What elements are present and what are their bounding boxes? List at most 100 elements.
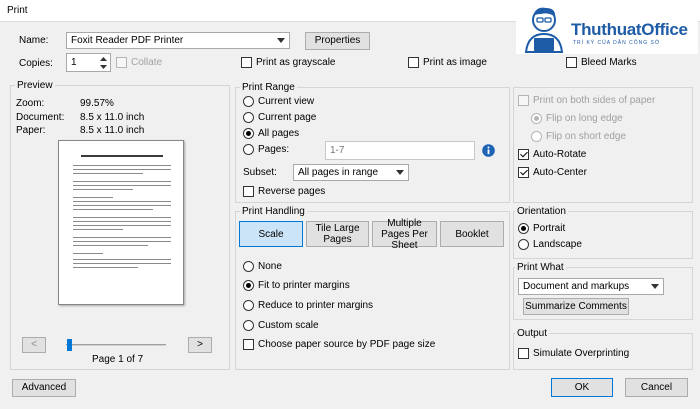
grayscale-checkbox[interactable] — [241, 57, 252, 68]
simulate-overprinting-checkbox[interactable] — [518, 348, 529, 359]
bleed-marks-option[interactable]: Bleed Marks — [566, 57, 637, 68]
pages-option[interactable]: Pages: — [243, 144, 289, 155]
fit-margins-radio[interactable] — [243, 280, 254, 291]
paper-source-checkbox[interactable] — [243, 339, 254, 350]
print-range-title: Print Range — [240, 82, 297, 93]
logo: ThuthuatOffice TRÍ KỲ CỦA DÂN CÔNG SỞ — [516, 2, 698, 54]
all-pages-option[interactable]: All pages — [243, 128, 299, 139]
chevron-down-icon — [277, 38, 285, 43]
tab-scale[interactable]: Scale — [239, 221, 303, 247]
document-label: Document: — [16, 112, 65, 123]
scale-none-option[interactable]: None — [243, 261, 282, 272]
fit-margins-label: Fit to printer margins — [258, 280, 350, 291]
portrait-label: Portrait — [533, 223, 566, 234]
pages-radio[interactable] — [243, 144, 254, 155]
spinner-icon[interactable] — [99, 56, 108, 70]
auto-center-option[interactable]: Auto-Center — [518, 167, 587, 178]
print-as-image-option[interactable]: Print as image — [408, 57, 487, 68]
grayscale-label: Print as grayscale — [256, 57, 336, 68]
both-sides-option[interactable]: Print on both sides of paper — [518, 95, 655, 106]
page-preview — [58, 140, 184, 305]
fit-margins-option[interactable]: Fit to printer margins — [243, 280, 350, 291]
current-view-option[interactable]: Current view — [243, 96, 314, 107]
page-slider-thumb[interactable] — [67, 339, 72, 351]
portrait-option[interactable]: Portrait — [518, 223, 565, 234]
summarize-comments-button[interactable]: Summarize Comments — [523, 298, 629, 315]
print-what-select[interactable]: Document and markups — [518, 278, 664, 295]
document-size: 8.5 x 11.0 inch — [80, 112, 145, 123]
print-handling-title: Print Handling — [240, 206, 307, 217]
cancel-button[interactable]: Cancel — [625, 378, 688, 397]
window-title: Print — [7, 5, 28, 16]
printer-select[interactable]: Foxit Reader PDF Printer — [66, 32, 290, 49]
auto-center-checkbox[interactable] — [518, 167, 529, 178]
landscape-radio[interactable] — [518, 239, 529, 250]
both-sides-checkbox[interactable] — [518, 95, 529, 106]
auto-rotate-option[interactable]: Auto-Rotate — [518, 149, 586, 160]
all-pages-label: All pages — [258, 128, 300, 139]
name-label: Name: — [19, 35, 49, 46]
bleed-marks-checkbox[interactable] — [566, 57, 577, 68]
reduce-margins-label: Reduce to printer margins — [258, 300, 374, 311]
print-what-title: Print What — [515, 262, 566, 273]
current-page-option[interactable]: Current page — [243, 112, 316, 123]
printer-select-value: Foxit Reader PDF Printer — [71, 35, 184, 46]
paper-source-option[interactable]: Choose paper source by PDF page size — [243, 339, 435, 350]
tab-multiple-pages[interactable]: Multiple Pages Per Sheet — [372, 218, 437, 251]
zoom-label: Zoom: — [16, 98, 45, 109]
portrait-radio[interactable] — [518, 223, 529, 234]
current-page-label: Current page — [258, 112, 317, 123]
scale-none-radio[interactable] — [243, 261, 254, 272]
flip-long-edge-radio[interactable] — [531, 113, 542, 124]
print-what-value: Document and markups — [523, 281, 630, 292]
landscape-option[interactable]: Landscape — [518, 239, 582, 250]
grayscale-option[interactable]: Print as grayscale — [241, 57, 335, 68]
copies-input[interactable]: 1 — [66, 53, 111, 72]
print-as-image-checkbox[interactable] — [408, 57, 419, 68]
ok-button[interactable]: OK — [551, 378, 613, 397]
collate-option[interactable]: Collate — [116, 57, 162, 68]
logo-name: ThuthuatOffice — [571, 20, 688, 39]
both-sides-label: Print on both sides of paper — [533, 95, 656, 106]
custom-scale-option[interactable]: Custom scale — [243, 320, 319, 331]
tab-tile-large-pages[interactable]: Tile Large Pages — [306, 221, 369, 247]
flip-short-edge-option[interactable]: Flip on short edge — [531, 131, 626, 142]
reduce-margins-radio[interactable] — [243, 300, 254, 311]
zoom-value: 99.57% — [80, 98, 114, 109]
subset-select[interactable]: All pages in range — [293, 164, 409, 181]
subset-label: Subset: — [243, 167, 277, 178]
flip-long-edge-option[interactable]: Flip on long edge — [531, 113, 623, 124]
pages-label: Pages: — [258, 144, 290, 155]
all-pages-radio[interactable] — [243, 128, 254, 139]
auto-rotate-checkbox[interactable] — [518, 149, 529, 160]
custom-scale-radio[interactable] — [243, 320, 254, 331]
auto-rotate-label: Auto-Rotate — [533, 149, 587, 160]
tab-booklet[interactable]: Booklet — [440, 221, 504, 247]
output-title: Output — [515, 328, 550, 339]
collate-checkbox[interactable] — [116, 57, 127, 68]
reduce-margins-option[interactable]: Reduce to printer margins — [243, 300, 373, 311]
orientation-group — [513, 211, 693, 259]
prev-page-button[interactable]: < — [22, 337, 46, 353]
landscape-label: Landscape — [533, 239, 582, 250]
reverse-pages-checkbox[interactable] — [243, 186, 254, 197]
current-view-radio[interactable] — [243, 96, 254, 107]
properties-button[interactable]: Properties — [305, 32, 370, 50]
info-icon[interactable] — [482, 144, 495, 157]
current-page-radio[interactable] — [243, 112, 254, 123]
advanced-button[interactable]: Advanced — [12, 379, 76, 397]
next-page-button[interactable]: > — [188, 337, 212, 353]
copies-label: Copies: — [19, 58, 53, 69]
simulate-overprinting-option[interactable]: Simulate Overprinting — [518, 348, 629, 359]
current-view-label: Current view — [258, 96, 315, 107]
page-slider-track[interactable] — [66, 344, 166, 346]
flip-short-edge-label: Flip on short edge — [546, 131, 627, 142]
logo-person-icon — [524, 7, 564, 53]
pages-input[interactable]: 1-7 — [325, 141, 475, 160]
reverse-pages-option[interactable]: Reverse pages — [243, 186, 325, 197]
logo-tagline: TRÍ KỲ CỦA DÂN CÔNG SỞ — [573, 40, 661, 46]
preview-title: Preview — [15, 80, 55, 91]
copies-value: 1 — [71, 57, 77, 68]
flip-short-edge-radio[interactable] — [531, 131, 542, 142]
orientation-title: Orientation — [515, 206, 568, 217]
